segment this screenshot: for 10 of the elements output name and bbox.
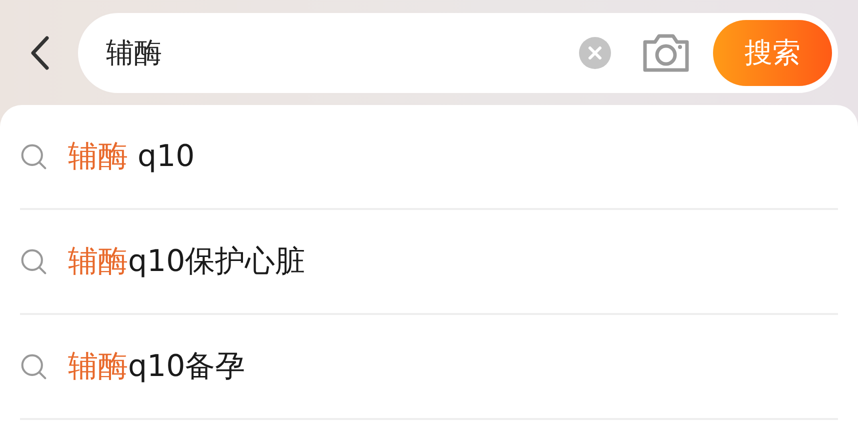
suggestion-item[interactable]: 辅酶 q10 — [68, 136, 195, 177]
search-icon — [20, 248, 48, 276]
suggestion-item[interactable]: 辅酶q10保护心脏 — [68, 241, 306, 282]
search-icon — [20, 142, 48, 170]
search-icon — [20, 352, 48, 380]
camera-icon[interactable] — [641, 32, 691, 74]
clear-icon[interactable] — [579, 36, 611, 68]
search-field[interactable]: 辅酶 搜索 — [78, 12, 838, 92]
back-icon[interactable] — [30, 36, 50, 70]
suggestion-item[interactable]: 辅酶q10备孕 — [68, 346, 246, 387]
